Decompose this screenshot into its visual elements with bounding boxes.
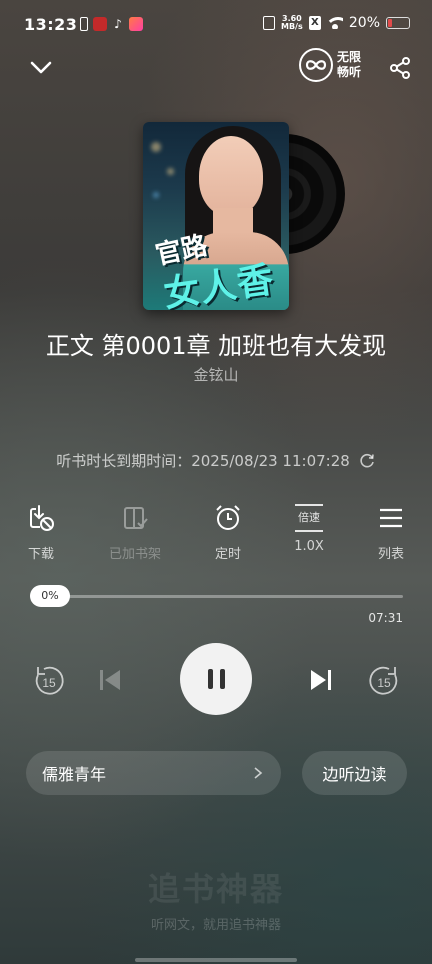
download-button[interactable]: 下载 bbox=[1, 503, 81, 562]
refresh-icon[interactable] bbox=[358, 452, 376, 470]
listen-expiry-info: 听书时长到期时间：2025/08/23 11:07:28 bbox=[0, 450, 432, 471]
voice-selector[interactable]: 儒雅青年 bbox=[26, 751, 281, 795]
expiry-text: 听书时长到期时间：2025/08/23 11:07:28 bbox=[56, 452, 350, 470]
unlimited-listening-label: 无限 畅听 bbox=[337, 50, 361, 80]
previous-chapter-icon[interactable] bbox=[96, 666, 124, 694]
pause-icon bbox=[207, 669, 225, 689]
share-icon[interactable] bbox=[388, 56, 412, 80]
play-pause-button[interactable] bbox=[180, 643, 252, 715]
player-action-row: 下载 已加书架 定时 倍速 1.0X 列表 bbox=[0, 503, 432, 563]
added-to-shelf-button[interactable]: 已加书架 bbox=[95, 503, 175, 562]
playback-controls: 15 15 bbox=[0, 643, 432, 717]
rewind-15-icon[interactable]: 15 bbox=[30, 663, 66, 699]
album-artwork: 官路 女人香 bbox=[143, 122, 345, 310]
added-shelf-label: 已加书架 bbox=[108, 547, 161, 562]
battery-percent: 20% bbox=[348, 15, 380, 31]
download-icon bbox=[30, 505, 54, 531]
sim-icon: X bbox=[308, 16, 321, 30]
watermark-logo: 追书神器 bbox=[147, 870, 284, 908]
sleep-timer-button[interactable]: 定时 bbox=[188, 503, 268, 562]
speed-label: 1.0X bbox=[294, 539, 324, 554]
forward-15-icon[interactable]: 15 bbox=[367, 663, 403, 699]
status-notification-icons: ♪ bbox=[80, 17, 143, 31]
chevron-right-icon bbox=[254, 767, 263, 779]
collapse-chevron-down-icon[interactable] bbox=[28, 54, 54, 80]
progress-handle[interactable]: 0% bbox=[30, 585, 70, 607]
status-right-icons: 3.60 MB/s X 20% bbox=[262, 15, 410, 31]
status-bar: 13:23 ♪ 3.60 MB/s X 20% bbox=[0, 0, 432, 52]
bookshelf-check-icon bbox=[124, 507, 148, 529]
battery-icon bbox=[386, 17, 410, 29]
unlimited-label-line2: 畅听 bbox=[337, 65, 362, 79]
list-icon bbox=[380, 508, 402, 528]
unlimited-label-line1: 无限 bbox=[337, 50, 362, 64]
timer-label: 定时 bbox=[214, 547, 241, 562]
unlimited-listening-button[interactable]: 无限 畅听 bbox=[299, 48, 361, 82]
tiktok-icon: ♪ bbox=[114, 17, 122, 31]
speed-icon: 倍速 bbox=[295, 504, 323, 532]
forward-seconds: 15 bbox=[377, 676, 391, 690]
chapter-title: 正文 第0001章 加班也有大发现 bbox=[45, 332, 387, 360]
book-cover: 官路 女人香 bbox=[143, 122, 289, 310]
progress-bar[interactable] bbox=[30, 595, 403, 598]
infinity-icon bbox=[299, 48, 333, 82]
home-indicator[interactable] bbox=[135, 958, 297, 962]
voice-and-read-row: 儒雅青年 边听边读 bbox=[0, 751, 432, 795]
battery-saver-icon bbox=[80, 17, 88, 31]
playback-speed-button[interactable]: 倍速 1.0X bbox=[269, 503, 349, 554]
total-duration: 07:31 bbox=[368, 611, 403, 625]
shopping-app-icon bbox=[129, 17, 143, 31]
voice-name: 儒雅青年 bbox=[42, 765, 107, 784]
app-watermark: 追书神器 听网文，就用追书神器 bbox=[0, 864, 432, 933]
listen-and-read-button[interactable]: 边听边读 bbox=[302, 751, 407, 795]
app-notification-icon bbox=[93, 17, 107, 31]
next-chapter-icon[interactable] bbox=[307, 666, 335, 694]
player-top-bar: 无限 畅听 bbox=[0, 48, 432, 88]
playlist-button[interactable]: 列表 bbox=[351, 503, 431, 562]
rewind-seconds: 15 bbox=[42, 676, 56, 690]
author-name[interactable]: 金铉山 bbox=[0, 364, 432, 385]
network-speed: 3.60 MB/s bbox=[281, 15, 303, 31]
alarm-clock-icon bbox=[216, 505, 240, 530]
playlist-label: 列表 bbox=[377, 547, 404, 562]
status-time: 13:23 bbox=[24, 15, 78, 34]
watermark-slogan: 听网文，就用追书神器 bbox=[150, 918, 281, 933]
network-speed-unit: MB/s bbox=[281, 22, 303, 31]
download-label: 下载 bbox=[27, 547, 54, 562]
wifi-icon bbox=[326, 17, 343, 29]
vibrate-icon bbox=[262, 16, 275, 30]
